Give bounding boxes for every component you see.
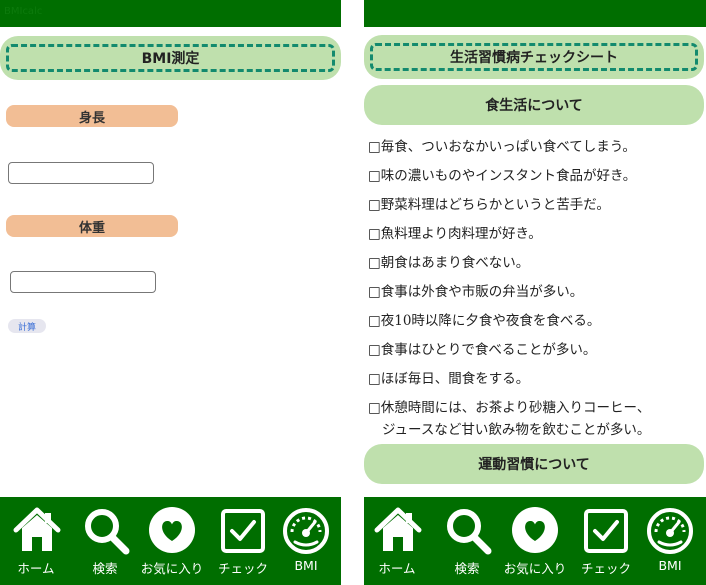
- top-bar: [364, 0, 706, 27]
- calculate-button[interactable]: 計算: [8, 319, 46, 333]
- nav-search-label: 検索: [92, 561, 118, 576]
- checklist-item[interactable]: □食事はひとりで食べることが多い。: [368, 336, 704, 365]
- home-icon: [13, 507, 61, 551]
- nav-search[interactable]: 検索: [78, 497, 132, 585]
- checkbox-icon: [221, 509, 265, 553]
- bmi-screen: BMIcalc BMI測定 身長 体重 計算 ホーム 検索 お気に入り チェック…: [0, 0, 341, 585]
- height-input[interactable]: [8, 162, 154, 184]
- screen-gap: [341, 0, 364, 585]
- section-diet-header: 食生活について: [364, 85, 704, 125]
- nav-favorites[interactable]: お気に入り: [497, 497, 573, 585]
- nav-search[interactable]: 検索: [440, 497, 494, 585]
- checklist-item[interactable]: □朝食はあまり食べない。: [368, 249, 704, 278]
- search-icon: [85, 509, 130, 555]
- nav-bmi-label: BMI: [658, 558, 682, 573]
- nav-home[interactable]: ホーム: [369, 497, 425, 585]
- nav-bmi[interactable]: BMI: [278, 497, 334, 585]
- nav-favorites[interactable]: お気に入り: [134, 497, 210, 585]
- weight-label: 体重: [6, 215, 178, 237]
- checklist-item-line1: □休憩時間には、お茶より砂糖入りコーヒー、: [368, 400, 651, 416]
- heart-icon: [149, 507, 195, 553]
- nav-bmi-label: BMI: [294, 558, 318, 573]
- nav-check-label: チェック: [217, 561, 268, 576]
- page-title-banner: BMI測定: [0, 36, 341, 80]
- bottom-nav: ホーム 検索 お気に入り チェック BMI: [0, 497, 341, 585]
- checklist-item[interactable]: □夜10時以降に夕食や夜食を食べる。: [368, 307, 704, 336]
- page-title: BMI測定: [141, 51, 200, 67]
- nav-check[interactable]: チェック: [211, 497, 275, 585]
- checklist-item[interactable]: □味の濃いものやインスタント食品が好き。: [368, 162, 704, 191]
- top-bar: BMIcalc: [0, 0, 341, 27]
- checklist-item[interactable]: □休憩時間には、お茶より砂糖入りコーヒー、 ジュースなど甘い飲み物を飲むことが多…: [368, 394, 704, 441]
- checklist-item[interactable]: □食事は外食や市販の弁当が多い。: [368, 278, 704, 307]
- checklist-item[interactable]: □魚料理より肉料理が好き。: [368, 220, 704, 249]
- checklist-item[interactable]: □毎食、ついおなかいっぱい食べてしまう。: [368, 133, 704, 162]
- nav-search-label: 検索: [454, 561, 480, 576]
- nav-home[interactable]: ホーム: [8, 497, 64, 585]
- gauge-icon: [647, 508, 693, 554]
- height-label: 身長: [6, 105, 178, 127]
- checksheet-screen: 生活習慣病チェックシート 食生活について □毎食、ついおなかいっぱい食べてしまう…: [364, 0, 706, 585]
- checklist-item-line2: ジュースなど甘い飲み物を飲むことが多い。: [382, 422, 651, 438]
- search-icon: [447, 509, 492, 555]
- nav-check[interactable]: チェック: [574, 497, 638, 585]
- checklist-item[interactable]: □ほぼ毎日、間食をする。: [368, 365, 704, 394]
- nav-favorites-label: お気に入り: [140, 561, 204, 576]
- bottom-nav: ホーム 検索 お気に入り チェック BMI: [364, 497, 706, 585]
- nav-check-label: チェック: [580, 561, 631, 576]
- page-title-banner: 生活習慣病チェックシート: [364, 35, 704, 79]
- top-bar-text: BMIcalc: [4, 6, 43, 17]
- checkbox-icon: [584, 509, 628, 553]
- checklist-item[interactable]: □野菜料理はどちらかというと苦手だ。: [368, 191, 704, 220]
- home-icon: [374, 507, 422, 551]
- nav-home-label: ホーム: [378, 561, 416, 576]
- section-exercise-header: 運動習慣について: [364, 444, 704, 484]
- nav-bmi[interactable]: BMI: [642, 497, 698, 585]
- page-title: 生活習慣病チェックシート: [450, 50, 618, 66]
- nav-home-label: ホーム: [17, 561, 55, 576]
- weight-input[interactable]: [10, 271, 156, 293]
- nav-favorites-label: お気に入り: [503, 561, 567, 576]
- heart-icon: [512, 507, 558, 553]
- checklist: □毎食、ついおなかいっぱい食べてしまう。 □味の濃いものやインスタント食品が好き…: [368, 133, 704, 441]
- gauge-icon: [283, 508, 329, 554]
